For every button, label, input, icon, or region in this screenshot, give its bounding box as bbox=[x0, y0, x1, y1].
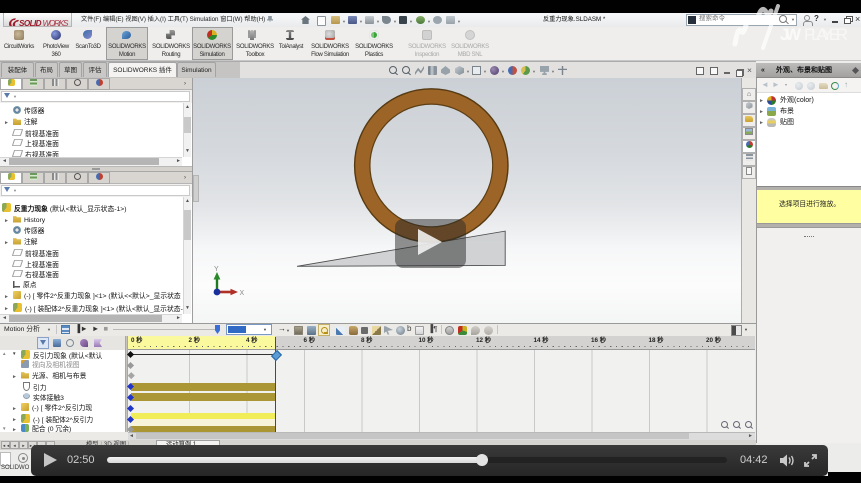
svg-text:PLAYER: PLAYER bbox=[804, 25, 848, 44]
svg-text:JW: JW bbox=[780, 25, 802, 44]
svg-text:Y: Y bbox=[214, 266, 219, 273]
svg-text:X: X bbox=[240, 290, 245, 297]
